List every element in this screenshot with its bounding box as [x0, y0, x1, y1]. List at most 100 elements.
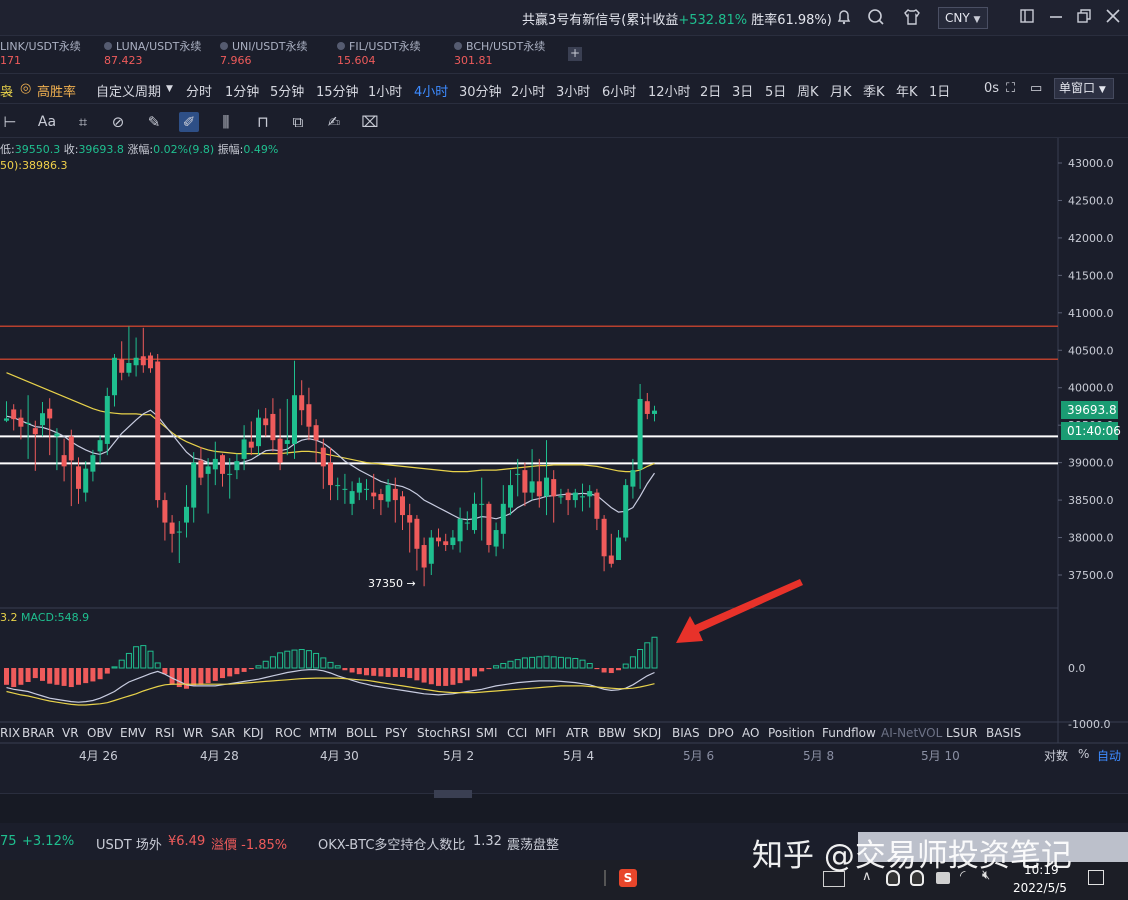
indicator-tab-sar[interactable]: SAR: [211, 726, 235, 740]
candle-body: [25, 422, 31, 424]
period-3[interactable]: 15分钟: [316, 81, 359, 100]
candle-body: [407, 515, 413, 523]
fullscreen-icon[interactable]: ⛶: [1006, 81, 1015, 96]
indicator-tab-mtm[interactable]: MTM: [309, 726, 337, 740]
candlestick-chart[interactable]: 43000.0 42500.0 42000.0 41500.0 41000.0 40500…: [0, 138, 1128, 793]
shirt-icon[interactable]: [902, 8, 922, 28]
indicator-tab-emv[interactable]: EMV: [120, 726, 146, 740]
notification-icon[interactable]: [1088, 870, 1104, 885]
win-rate-button[interactable]: 高胜率: [37, 81, 76, 100]
window-select[interactable]: 单窗口 ▼: [1054, 78, 1114, 99]
indicator-tab-position[interactable]: Position: [768, 726, 815, 740]
custom-period-button[interactable]: 自定义周期: [96, 81, 161, 100]
indicator-tab-dpo[interactable]: DPO: [708, 726, 734, 740]
macd-bar: [342, 668, 348, 671]
period-13[interactable]: 5日: [765, 81, 786, 100]
indicator-tab-ai-netvol[interactable]: AI-NetVOL: [881, 726, 942, 740]
period-14[interactable]: 周K: [797, 81, 819, 100]
period-2[interactable]: 5分钟: [270, 81, 304, 100]
tab-link[interactable]: LINK/USDT永续 171: [0, 38, 81, 72]
auto-scale-toggle[interactable]: 自动: [1097, 747, 1121, 764]
candle-tool-icon[interactable]: ⫼: [216, 112, 236, 132]
indicator-tab-rix[interactable]: RIX: [0, 726, 20, 740]
period-7[interactable]: 2小时: [511, 81, 545, 100]
tab-fil[interactable]: FIL/USDT永续 15.604: [337, 38, 421, 72]
period-5[interactable]: 4小时: [414, 81, 448, 100]
lock-icon[interactable]: ⊓: [253, 112, 273, 132]
search-icon[interactable]: [866, 8, 886, 28]
indicator-tab-skdj[interactable]: SKDJ: [633, 726, 661, 740]
indicator-tab-stochrsi[interactable]: StochRSI: [417, 726, 470, 740]
screen-icon[interactable]: ▭: [1030, 81, 1042, 96]
tab-name-row: BCH/USDT永续: [454, 38, 545, 54]
indicator-tab-atr[interactable]: ATR: [566, 726, 589, 740]
brush-tool-icon[interactable]: ✎: [144, 112, 164, 132]
indicator-tab-rsi[interactable]: RSI: [155, 726, 175, 740]
indicator-tab-obv[interactable]: OBV: [87, 726, 113, 740]
panel-divider: [0, 790, 1128, 823]
indicator-tab-brar[interactable]: BRAR: [22, 726, 55, 740]
currency-select[interactable]: CNY ▼: [938, 7, 988, 29]
copy-icon[interactable]: ⧉: [288, 112, 308, 132]
indicator-tab-bbw[interactable]: BBW: [598, 726, 626, 740]
app-s-icon[interactable]: S: [619, 869, 637, 887]
trash-icon[interactable]: ⌧: [360, 112, 380, 132]
period-16[interactable]: 季K: [863, 81, 885, 100]
indicator-tab-kdj[interactable]: KDJ: [243, 726, 264, 740]
date-label: 4月 30: [320, 749, 359, 763]
indicator-tab-mfi[interactable]: MFI: [535, 726, 556, 740]
edit-icon[interactable]: ✍: [324, 112, 344, 132]
close-icon[interactable]: [1103, 8, 1123, 28]
period-17[interactable]: 年K: [896, 81, 918, 100]
indicator-tab-ao[interactable]: AO: [742, 726, 759, 740]
tab-luna[interactable]: LUNA/USDT永续 87.423: [104, 38, 201, 72]
candle-body: [644, 401, 650, 414]
tab-uni[interactable]: UNI/USDT永续 7.966: [220, 38, 307, 72]
indicator-tab-cci[interactable]: CCI: [507, 726, 527, 740]
indicator-tab-roc[interactable]: ROC: [275, 726, 301, 740]
log-scale-toggle[interactable]: 对数: [1044, 747, 1068, 764]
tab-bch[interactable]: BCH/USDT永续 301.81: [454, 38, 545, 72]
signal-title[interactable]: 共赢3号有新信号(累计收益+532.81% 胜率61.98%): [522, 9, 832, 28]
period-6[interactable]: 30分钟: [459, 81, 502, 100]
macd-value: MACD:548.9: [21, 611, 90, 624]
period-12[interactable]: 3日: [732, 81, 753, 100]
period-15[interactable]: 月K: [830, 81, 852, 100]
period-0[interactable]: 分时: [186, 81, 212, 100]
minimize-icon[interactable]: [1046, 8, 1066, 28]
zero-s-label[interactable]: 0s: [984, 81, 999, 96]
indicator-tab-bias[interactable]: BIAS: [672, 726, 700, 740]
period-8[interactable]: 3小时: [556, 81, 590, 100]
text-tool-icon[interactable]: Aa: [36, 112, 58, 132]
indicator-tab-basis[interactable]: BASIS: [986, 726, 1021, 740]
pen-tool-icon[interactable]: ✐: [179, 112, 199, 132]
percent-scale-toggle[interactable]: %: [1078, 747, 1089, 761]
restore-icon[interactable]: [1074, 8, 1094, 28]
indicator-tab-wr[interactable]: WR: [183, 726, 203, 740]
indicator-tab-smi[interactable]: SMI: [476, 726, 498, 740]
drag-handle[interactable]: [434, 790, 472, 798]
line-tool-icon[interactable]: ⊢: [0, 112, 20, 132]
period-10[interactable]: 12小时: [648, 81, 691, 100]
period-4[interactable]: 1小时: [368, 81, 402, 100]
fib-tool-icon[interactable]: ⊘: [108, 112, 128, 132]
candle-body: [191, 462, 197, 508]
macd-bar: [543, 655, 550, 669]
ruler-tool-icon[interactable]: ⌗: [73, 112, 93, 132]
taskbar-date[interactable]: 2022/5/5: [1013, 881, 1067, 895]
period-11[interactable]: 2日: [700, 81, 721, 100]
external-window-icon[interactable]: [1017, 8, 1037, 28]
period-first[interactable]: 袅: [0, 81, 13, 100]
bell-icon[interactable]: [834, 8, 854, 28]
indicator-tab-boll[interactable]: BOLL: [346, 726, 377, 740]
indicator-tab-fundflow[interactable]: Fundflow: [822, 726, 876, 740]
macd-bar: [97, 668, 103, 680]
indicator-tab-lsur[interactable]: LSUR: [946, 726, 977, 740]
period-9[interactable]: 6小时: [602, 81, 636, 100]
add-tab-button[interactable]: +: [568, 47, 582, 61]
period-18[interactable]: 1日: [929, 81, 950, 100]
indicator-tab-psy[interactable]: PSY: [385, 726, 407, 740]
period-1[interactable]: 1分钟: [225, 81, 259, 100]
date-label: 5月 4: [563, 749, 595, 763]
indicator-tab-vr[interactable]: VR: [62, 726, 79, 740]
